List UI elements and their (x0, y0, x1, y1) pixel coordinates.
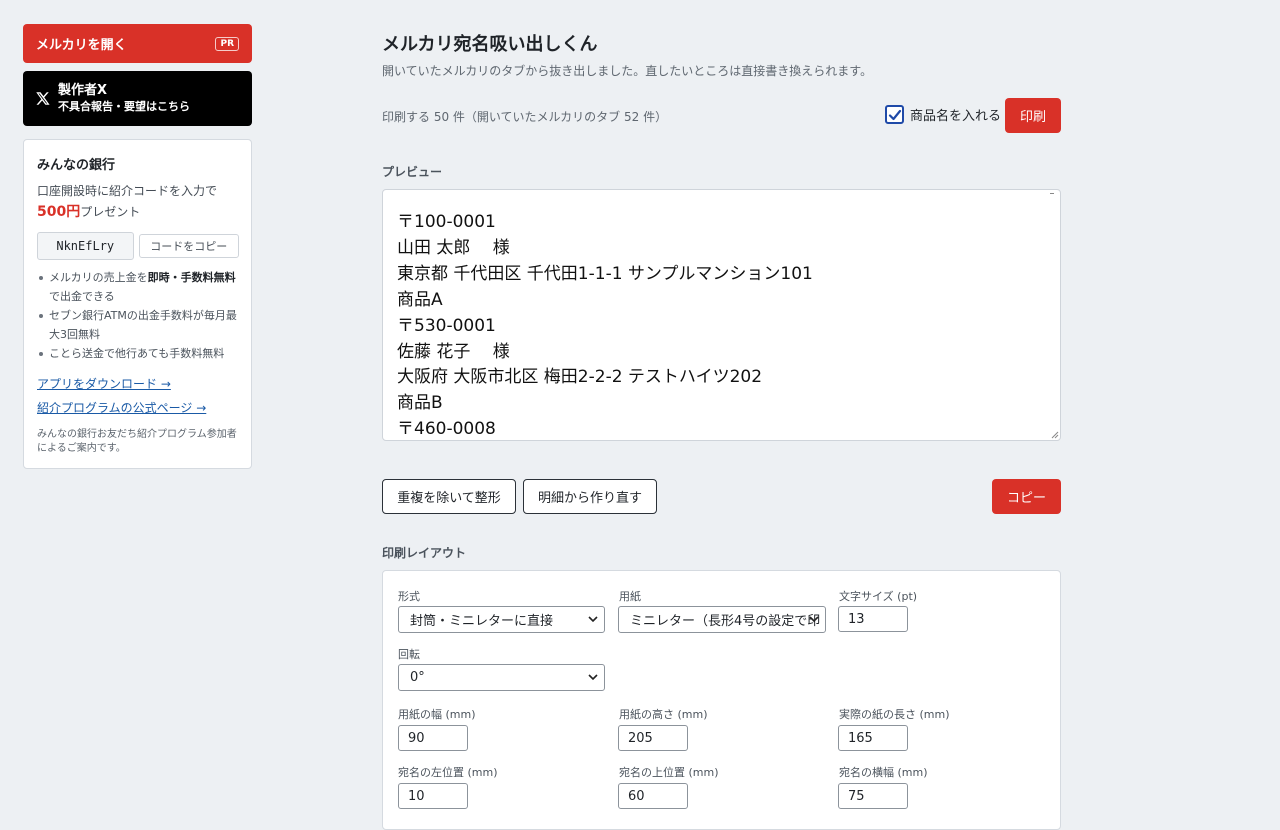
page-title: メルカリ宛名吸い出しくん (382, 34, 598, 55)
paper-value: ミニレター（長形4号の設定で印 (630, 614, 821, 629)
copy-button[interactable]: コピー (992, 479, 1061, 514)
rotation-value: 0° (410, 670, 425, 685)
bank-desc-amount: 500円 (37, 204, 81, 220)
chevron-down-icon (809, 616, 819, 623)
bank-title: みんなの銀行 (37, 158, 116, 173)
preview-line: 山田 太郎 様 (397, 237, 510, 258)
print-layout-label: 印刷レイアウト (382, 546, 467, 560)
print-layout-panel: 形式 封筒・ミニレターに直接 用紙 ミニレター（長形4号の設定で印 文字サイズ … (382, 570, 1061, 830)
preview-line: 〒460-0008 (397, 419, 496, 440)
page-subtitle: 開いていたメルカリのタブから抜き出しました。直したいところは直接書き換えられます… (382, 64, 873, 78)
bullet-text: メルカリの売上金を (49, 271, 148, 284)
bank-desc-after: プレゼント (80, 205, 141, 219)
include-product-checkbox[interactable] (885, 105, 904, 124)
font-size-input[interactable]: 13 (838, 606, 908, 632)
address-top-label: 宛名の上位置 (mm) (619, 766, 719, 779)
paper-height-input[interactable]: 205 (618, 725, 688, 751)
bullet-text-after: で出金できる (49, 290, 115, 303)
preview-line: 大阪府 大阪市北区 梅田2-2-2 テストハイツ202 (397, 367, 763, 388)
actual-length-label: 実際の紙の長さ (mm) (839, 708, 950, 721)
checkmark-icon (888, 109, 901, 120)
paper-width-input[interactable]: 90 (398, 725, 468, 751)
format-select[interactable]: 封筒・ミニレターに直接 (398, 606, 605, 633)
bank-note: みんなの銀行お友だち紹介プログラム参加者によるご案内です。 (37, 429, 237, 454)
rebuild-from-details-button[interactable]: 明細から作り直す (523, 479, 657, 514)
bank-benefits-list: メルカリの売上金を即時・手数料無料で出金できる セブン銀行ATMの出金手数料が毎… (37, 268, 239, 363)
preview-line: 〒530-0001 (397, 315, 496, 336)
list-item: ことら送金で他行あても手数料無料 (37, 344, 239, 363)
paper-width-label: 用紙の幅 (mm) (398, 708, 476, 721)
preview-text: 〒100-0001 山田 太郎 様東京都 千代田区 千代田1-1-1 サンプルマン… (397, 210, 813, 440)
address-left-label: 宛名の左位置 (mm) (398, 766, 498, 779)
preview-line: 商品B (397, 393, 443, 414)
referral-code[interactable]: NknEfLry (37, 232, 134, 260)
x-logo-icon (36, 92, 50, 105)
dedupe-format-button[interactable]: 重複を除いて整形 (382, 479, 516, 514)
open-mercari-button[interactable]: メルカリを開く PR (23, 24, 252, 63)
preview-line: 佐藤 花子 様 (397, 341, 510, 362)
referral-program-link[interactable]: 紹介プログラムの公式ページ → (37, 399, 239, 416)
chevron-down-icon (588, 674, 598, 681)
pr-badge: PR (215, 36, 239, 51)
address-width-label: 宛名の横幅 (mm) (839, 766, 928, 779)
creator-x-title: 製作者X (58, 82, 108, 98)
resize-handle-icon[interactable] (1051, 431, 1059, 439)
print-button[interactable]: 印刷 (1005, 98, 1061, 133)
font-size-label: 文字サイズ (pt) (839, 590, 918, 603)
open-mercari-label: メルカリを開く (36, 38, 127, 53)
sidebar: メルカリを開く PR 製作者X 不具合報告・要望はこちら みんなの銀行 口座開設… (23, 24, 252, 469)
chevron-down-icon (588, 616, 598, 623)
address-width-input[interactable]: 75 (838, 783, 908, 809)
creator-x-subtitle: 不具合報告・要望はこちら (58, 99, 190, 113)
rotation-select[interactable]: 0° (398, 664, 605, 691)
bank-description: 口座開設時に紹介コードを入力で 500円プレゼント (37, 181, 239, 223)
preview-line: 東京都 千代田区 千代田1-1-1 サンプルマンション101 (397, 263, 813, 284)
creator-x-button[interactable]: 製作者X 不具合報告・要望はこちら (23, 71, 252, 126)
list-item: メルカリの売上金を即時・手数料無料で出金できる (37, 268, 239, 306)
creator-x-text: 製作者X 不具合報告・要望はこちら (58, 83, 190, 115)
address-left-input[interactable]: 10 (398, 783, 468, 809)
rotation-label: 回転 (398, 648, 420, 661)
copy-code-button[interactable]: コードをコピー (138, 234, 239, 258)
bank-desc-before: 口座開設時に紹介コードを入力で (37, 184, 218, 198)
paper-height-label: 用紙の高さ (mm) (619, 708, 708, 721)
scrollbar-indicator[interactable] (1050, 193, 1054, 194)
actual-length-input[interactable]: 165 (838, 725, 908, 751)
print-count: 印刷する 50 件（開いていたメルカリのタブ 52 件） (382, 110, 668, 124)
download-app-link[interactable]: アプリをダウンロード → (37, 375, 239, 392)
preview-line: 商品A (397, 289, 443, 310)
referral-code-row: NknEfLry コードをコピー (37, 232, 239, 260)
format-value: 封筒・ミニレターに直接 (410, 614, 554, 629)
bullet-bold: 即時・手数料無料 (147, 271, 236, 284)
preview-label: プレビュー (382, 165, 443, 179)
preview-textarea[interactable]: 〒100-0001 山田 太郎 様東京都 千代田区 千代田1-1-1 サンプルマン… (382, 189, 1061, 441)
preview-line: 〒100-0001 (397, 212, 496, 232)
format-label: 形式 (398, 590, 420, 603)
paper-select[interactable]: ミニレター（長形4号の設定で印 (618, 606, 826, 633)
include-product-toggle[interactable]: 商品名を入れる (885, 105, 1001, 124)
paper-label: 用紙 (619, 590, 641, 603)
list-item: セブン銀行ATMの出金手数料が毎月最大3回無料 (37, 306, 239, 344)
include-product-label: 商品名を入れる (910, 109, 1002, 124)
bank-referral-card: みんなの銀行 口座開設時に紹介コードを入力で 500円プレゼント NknEfLry… (23, 139, 252, 469)
address-top-input[interactable]: 60 (618, 783, 688, 809)
